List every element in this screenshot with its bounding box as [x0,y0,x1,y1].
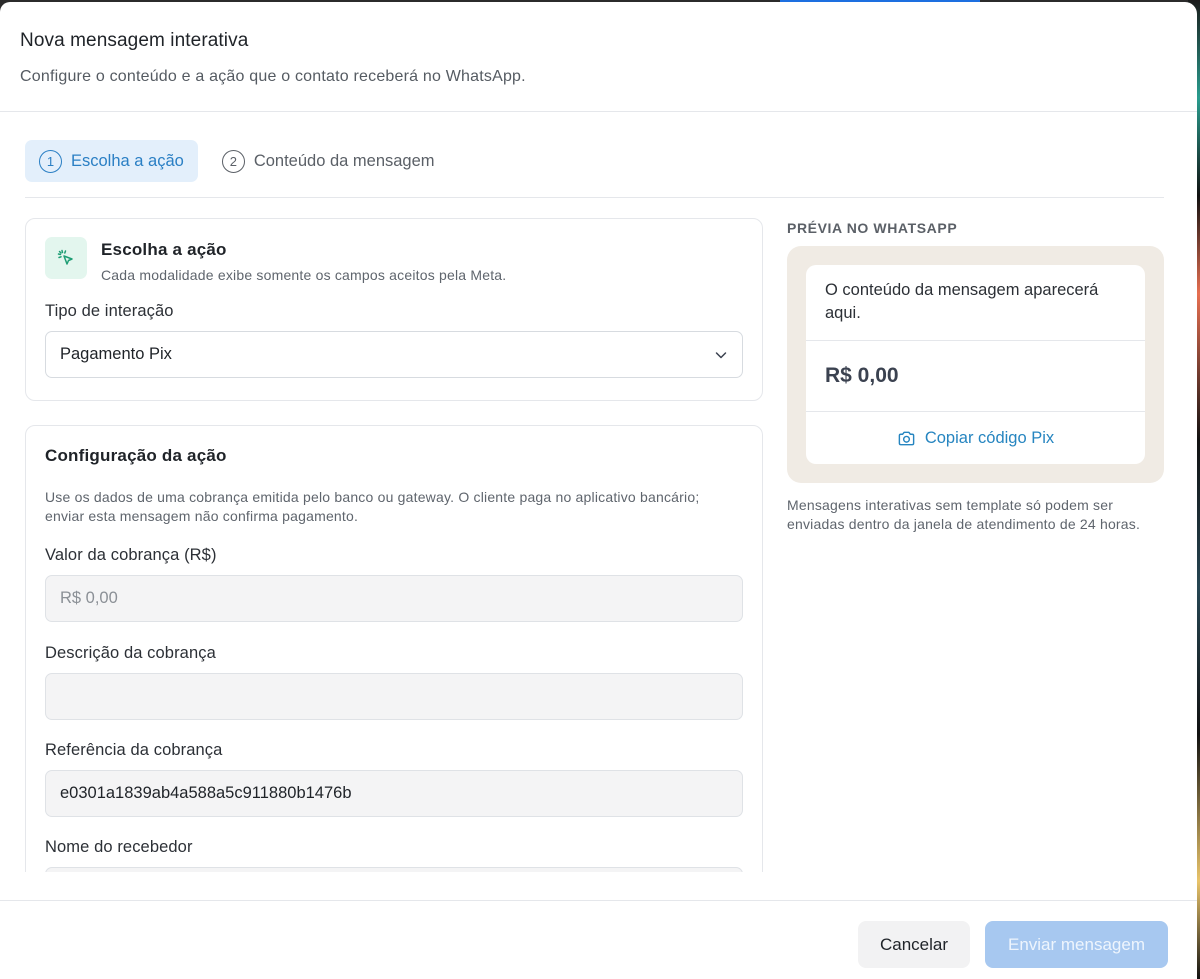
interaction-type-field: Tipo de interação Pagamento Pix [45,302,743,378]
chevron-down-icon [715,351,727,358]
pointer-click-icon [45,237,87,279]
message-bubble: O conteúdo da mensagem aparecerá aqui. R… [806,265,1145,464]
amount-placeholder: R$ 0,00 [60,589,118,607]
message-placeholder: O conteúdo da mensagem aparecerá aqui. [806,265,1145,341]
modal-footer: Cancelar Enviar mensagem [0,900,1197,979]
send-message-button[interactable]: Enviar mensagem [985,921,1168,968]
stepper: 1 Escolha a ação 2 Conteúdo da mensagem [25,140,1164,198]
camera-icon [898,431,915,445]
choose-action-card: Escolha a ação Cada modalidade exibe som… [25,218,763,401]
card-description: Cada modalidade exibe somente os campos … [101,267,507,283]
card-header: Escolha a ação Cada modalidade exibe som… [45,237,743,283]
reference-field: Referência da cobrança e0301a1839ab4a588… [45,741,743,817]
amount-label: Valor da cobrança (R$) [45,546,217,564]
copy-pix-code-label: Copiar código Pix [924,428,1055,447]
amount-input[interactable]: R$ 0,00 [45,575,743,622]
step-label: Escolha a ação [71,151,184,170]
card-title: Configuração da ação [45,446,227,465]
reference-value: e0301a1839ab4a588a5c911880b1476b [60,784,352,802]
reference-label: Referência da cobrança [45,741,223,759]
receiver-field: Nome do recebedor [45,838,743,872]
receiver-input[interactable] [45,867,743,872]
description-field: Descrição da cobrança [45,644,743,720]
preview-amount: R$ 0,00 [806,341,1145,412]
step-message-content[interactable]: 2 Conteúdo da mensagem [208,140,449,182]
preview-note: Mensagens interativas sem template só po… [787,497,1141,532]
step-number: 2 [221,149,245,173]
cancel-button[interactable]: Cancelar [858,921,970,968]
card-title: Escolha a ação [101,240,227,259]
receiver-label: Nome do recebedor [45,838,193,856]
step-number: 1 [39,149,62,173]
action-config-card: Configuração da ação Use os dados de uma… [25,425,763,872]
reference-input[interactable]: e0301a1839ab4a588a5c911880b1476b [45,770,743,817]
description-label: Descrição da cobrança [45,644,216,662]
card-header-text: Escolha a ação Cada modalidade exibe som… [101,237,506,283]
preview-title: PRÉVIA NO WHATSAPP [787,220,958,236]
interactive-message-modal: Nova mensagem interativa Configure o con… [0,2,1197,979]
whatsapp-preview: O conteúdo da mensagem aparecerá aqui. R… [787,246,1164,483]
modal-title: Nova mensagem interativa [20,30,249,51]
amount-field: Valor da cobrança (R$) R$ 0,00 [45,546,743,622]
modal-body-scroll[interactable]: Escolha a ação Cada modalidade exibe som… [0,198,1197,872]
card-description: Use os dados de uma cobrança emitida pel… [45,489,700,524]
interaction-type-label: Tipo de interação [45,302,174,320]
step-label: Conteúdo da mensagem [253,151,435,170]
interaction-type-select[interactable]: Pagamento Pix [45,331,743,378]
step-choose-action[interactable]: 1 Escolha a ação [25,140,198,182]
modal-header: Nova mensagem interativa Configure o con… [0,2,1197,112]
modal-subtitle: Configure o conteúdo e a ação que o cont… [20,68,526,85]
interaction-type-value: Pagamento Pix [60,345,172,363]
description-input[interactable] [45,673,743,720]
copy-pix-code-button[interactable]: Copiar código Pix [806,412,1145,464]
